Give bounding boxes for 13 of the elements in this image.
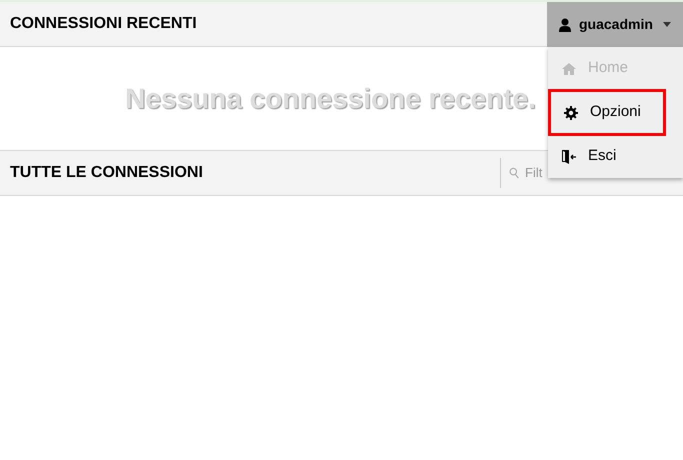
user-menu-button[interactable]: guacadmin xyxy=(547,2,683,47)
section-title: TUTTE LE CONNESSIONI xyxy=(10,163,203,183)
caret-icon xyxy=(663,22,671,27)
section-title: CONNESSIONI RECENTI xyxy=(10,14,197,34)
home-icon xyxy=(562,62,576,76)
user-icon xyxy=(559,18,571,32)
empty-message: Nessuna connessione recente. xyxy=(125,82,536,116)
exit-door-icon xyxy=(562,150,576,164)
settings-icon xyxy=(564,106,578,120)
search-icon xyxy=(509,165,519,181)
menu-item[interactable]: Opzioni xyxy=(550,91,664,134)
menu-item[interactable]: Esci xyxy=(548,135,683,178)
filter-field[interactable]: Filt xyxy=(525,163,547,183)
